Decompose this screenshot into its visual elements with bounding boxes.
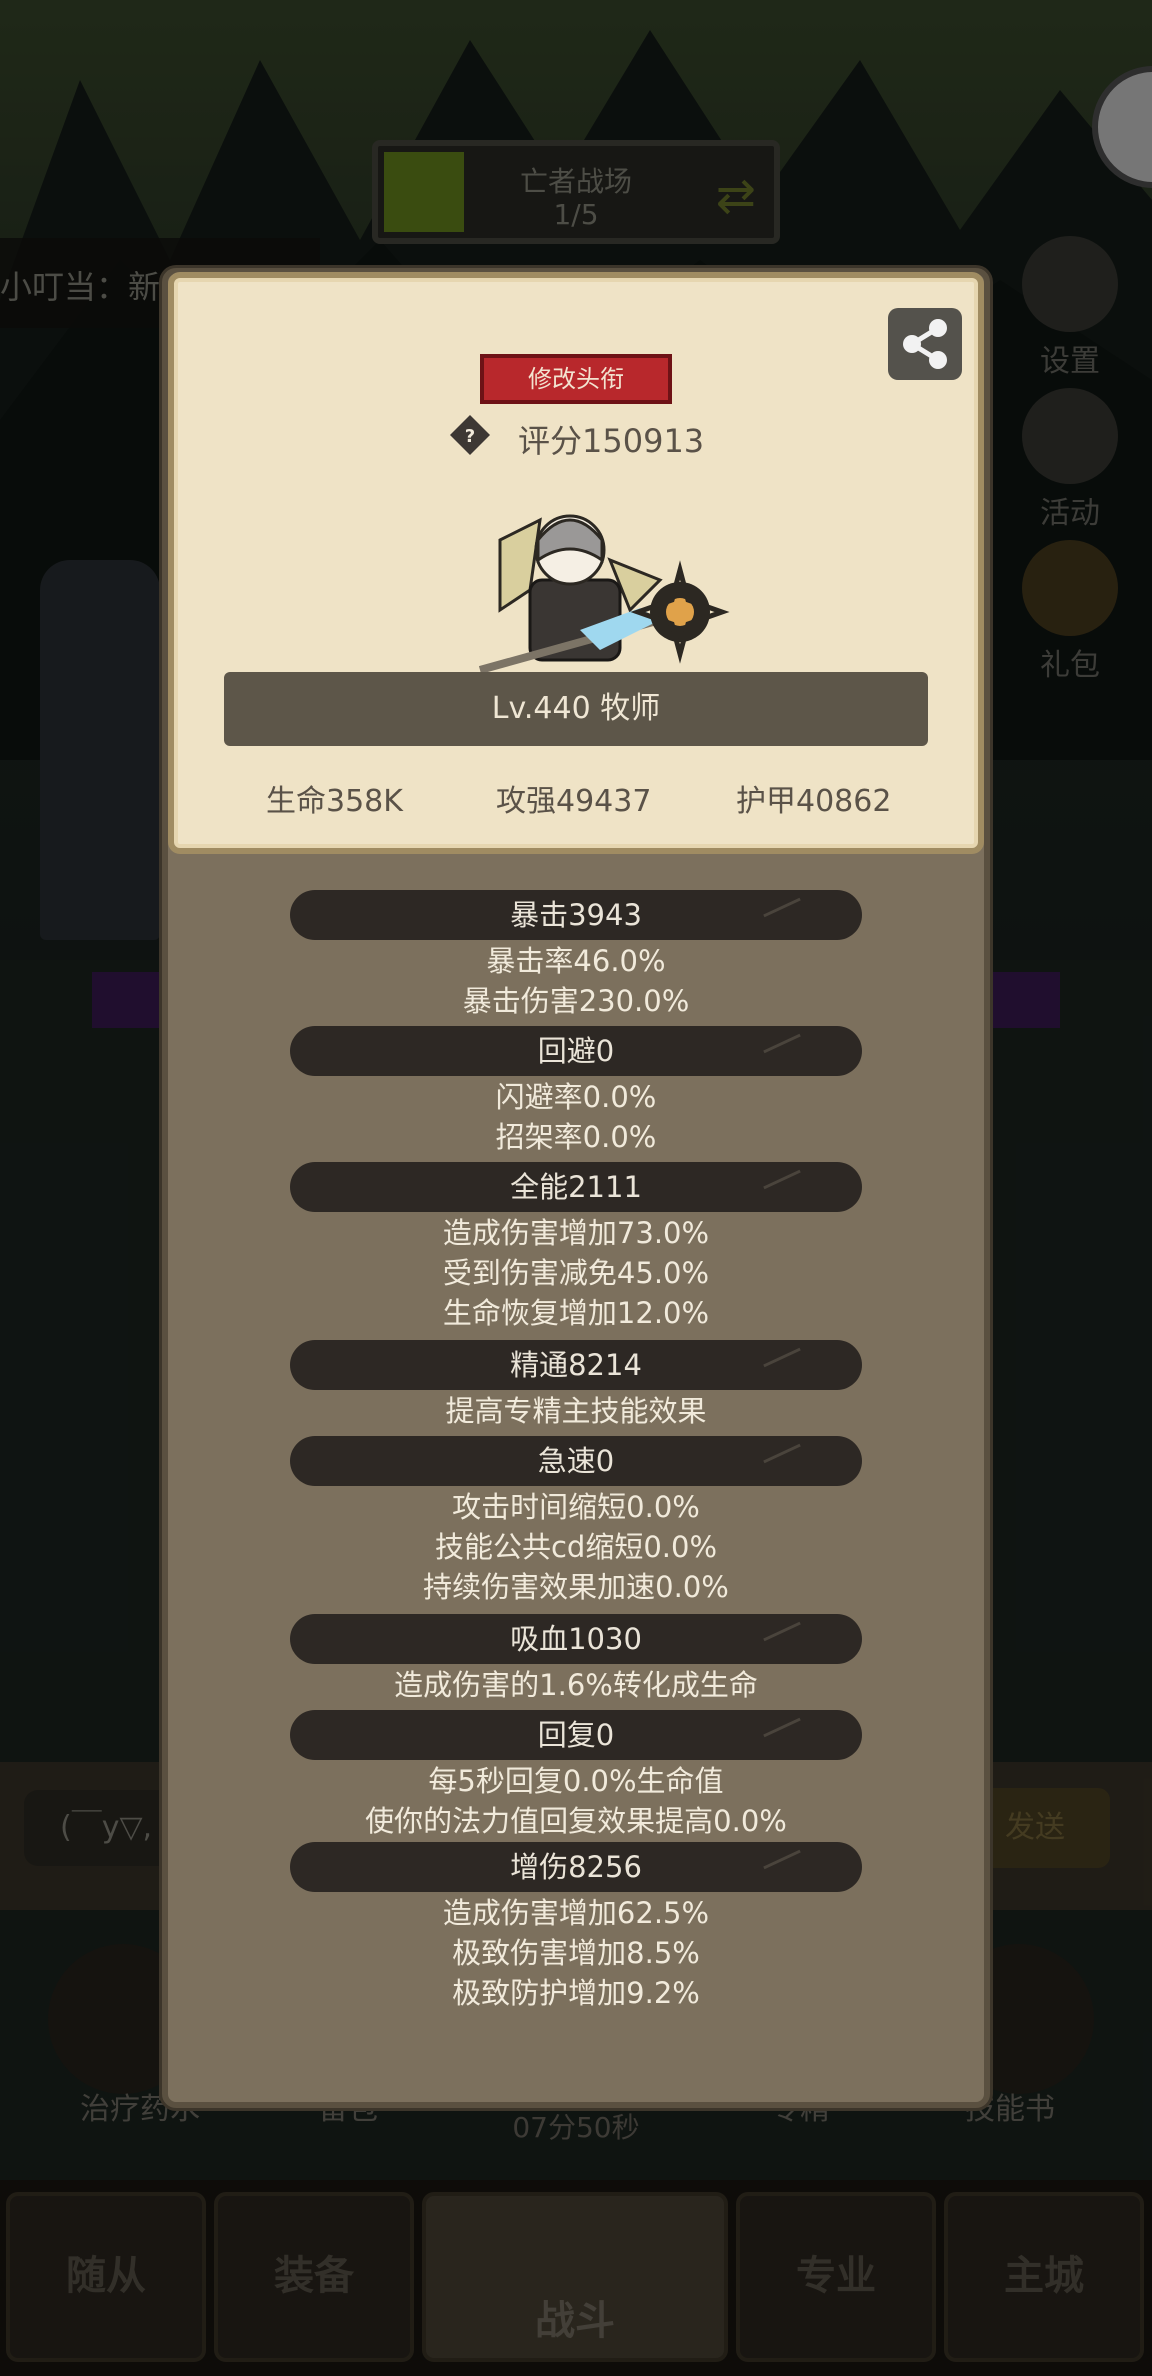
score-text: 评分150913 — [518, 422, 705, 460]
parry-rate: 招架率0.0% — [495, 1120, 657, 1154]
dodge-rate: 闪避率0.0% — [495, 1080, 657, 1114]
crit-rate: 暴击率46.0% — [486, 944, 666, 978]
section-header-crit: 暴击3943 — [290, 890, 862, 940]
section-header-regen: 回复0 — [290, 1710, 862, 1760]
crit-damage: 暴击伤害230.0% — [462, 984, 690, 1018]
versatility-reduction: 受到伤害减免45.0% — [442, 1256, 710, 1290]
share-button[interactable] — [888, 308, 962, 380]
help-icon[interactable]: ? — [450, 415, 490, 455]
regen-mana: 使你的法力值回复效果提高0.0% — [365, 1804, 787, 1838]
haste-gcd: 技能公共cd缩短0.0% — [434, 1530, 718, 1564]
stat-attack: 攻强49437 — [496, 784, 652, 819]
section-header-damage-boost: 增伤8256 — [290, 1842, 862, 1892]
versatility-damage: 造成伤害增加73.0% — [442, 1216, 710, 1250]
edit-title-button[interactable]: 修改头衔 — [480, 354, 672, 404]
share-icon — [903, 319, 947, 369]
hero-avatar — [478, 514, 730, 674]
section-header-versatility: 全能2111 — [290, 1162, 862, 1212]
section-header-haste: 急速0 — [290, 1436, 862, 1486]
section-header-leech: 吸血1030 — [290, 1614, 862, 1664]
haste-dot: 持续伤害效果加速0.0% — [423, 1570, 729, 1604]
mastery-effect: 提高专精主技能效果 — [445, 1394, 707, 1428]
leech-effect: 造成伤害的1.6%转化成生命 — [394, 1668, 758, 1702]
section-header-avoidance: 回避0 — [290, 1026, 862, 1076]
stat-armor: 护甲40862 — [736, 784, 892, 819]
versatility-healing: 生命恢复增加12.0% — [442, 1296, 710, 1330]
level-class-bar: Lv.440 牧师 — [224, 672, 928, 746]
svg-text:?: ? — [465, 426, 475, 447]
extreme-damage: 极致伤害增加8.5% — [452, 1936, 700, 1970]
damage-boost: 造成伤害增加62.5% — [442, 1896, 710, 1930]
haste-attack: 攻击时间缩短0.0% — [452, 1490, 700, 1524]
extreme-protection: 极致防护增加9.2% — [452, 1976, 700, 2010]
stat-hp: 生命358K — [266, 784, 403, 819]
regen-hp: 每5秒回复0.0%生命值 — [428, 1764, 724, 1798]
section-header-mastery: 精通8214 — [290, 1340, 862, 1390]
